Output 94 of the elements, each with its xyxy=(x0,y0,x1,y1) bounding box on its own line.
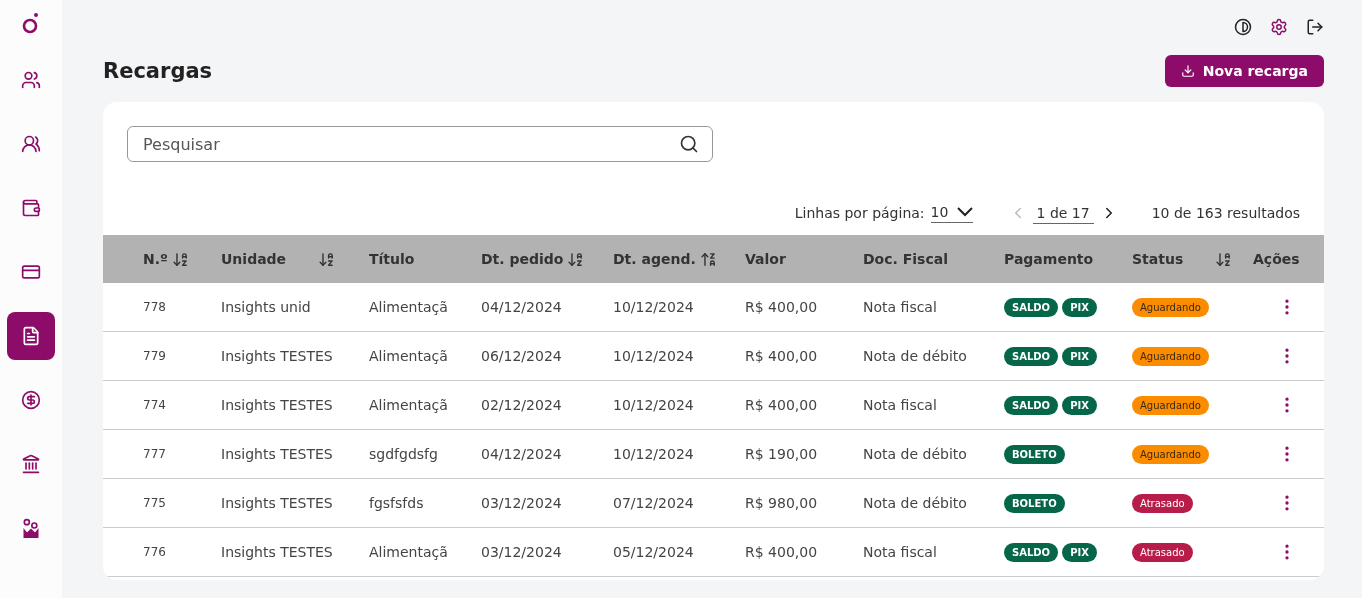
wallet-icon xyxy=(21,198,41,218)
table-cell-text: R$ 400,00 xyxy=(745,299,819,315)
table-cell-text: Nota fiscal xyxy=(863,299,938,315)
table-cell-text: Insights TESTES xyxy=(221,544,334,560)
table-cell-text: 04/12/2024 xyxy=(481,299,563,315)
page-indicator: 1 de 17 xyxy=(1032,202,1094,224)
column-header: Ações xyxy=(1253,251,1300,267)
table-cell-text: Insights TESTES xyxy=(221,495,334,511)
column-header: Título xyxy=(369,251,415,267)
table-cell-text: Alimentaçã xyxy=(369,348,449,364)
payment-tag: PIX xyxy=(1062,346,1097,366)
column-header: Dt. pedido xyxy=(481,251,564,267)
column-header: Pagamento xyxy=(1004,251,1094,267)
table-cell-text: fgsfsfds xyxy=(369,495,425,511)
status-badge: Atrasado xyxy=(1132,542,1193,562)
table-cell-text: Alimentaçã xyxy=(369,299,449,315)
coin-icon xyxy=(21,390,41,410)
table-cell-text: Nota fiscal xyxy=(863,397,938,413)
table-cell-text: 07/12/2024 xyxy=(613,495,695,511)
table-cell-text: 10/12/2024 xyxy=(613,299,695,315)
payment-tag: SALDO xyxy=(1004,395,1059,415)
logout-icon[interactable] xyxy=(1306,18,1324,36)
table-cell-text: 03/12/2024 xyxy=(481,544,563,560)
table-cell-text: Insights TESTES xyxy=(221,446,334,462)
status-badge: Aguardando xyxy=(1132,444,1209,464)
search-field[interactable]: Pesquisar xyxy=(127,126,713,162)
column-header: Valor xyxy=(745,251,786,267)
column-header: Status xyxy=(1132,251,1184,267)
table-cell-text: 10/12/2024 xyxy=(613,397,695,413)
sidebar-item[interactable] xyxy=(7,312,55,360)
invoice-icon xyxy=(21,326,41,346)
sort-icon[interactable] xyxy=(171,250,189,268)
settings-icon[interactable] xyxy=(1270,18,1288,36)
chevron-down-icon xyxy=(956,206,973,217)
table-cell-text: 778 xyxy=(143,300,167,314)
sort-icon[interactable] xyxy=(318,250,336,268)
table-cell-text: 05/12/2024 xyxy=(613,544,695,560)
payment-tag: PIX xyxy=(1062,297,1097,317)
table-cell-text: 779 xyxy=(143,349,167,363)
table-cell-text: 04/12/2024 xyxy=(481,446,563,462)
logo-icon xyxy=(22,12,40,34)
status-badge: Atrasado xyxy=(1132,493,1193,513)
table-cell-text: R$ 190,00 xyxy=(745,446,819,462)
table-cell-text: Insights TESTES xyxy=(221,397,334,413)
table-cell-text: R$ 400,00 xyxy=(745,544,819,560)
sort-icon[interactable] xyxy=(699,250,717,268)
page-title: Recargas xyxy=(103,59,213,83)
contrast-icon[interactable] xyxy=(1234,18,1252,36)
table-cell-text: 10/12/2024 xyxy=(613,348,695,364)
results-count: 10 de 163 resultados xyxy=(1151,205,1300,221)
table-cell-text: 03/12/2024 xyxy=(481,495,563,511)
column-header: Unidade xyxy=(221,251,287,267)
table-cell-text: R$ 400,00 xyxy=(745,348,819,364)
table-cell-text: Nota fiscal xyxy=(863,544,938,560)
table-cell-text: 777 xyxy=(143,447,167,461)
group-icon xyxy=(21,134,41,154)
payment-tag: SALDO xyxy=(1004,542,1059,562)
status-badge: Aguardando xyxy=(1132,395,1209,415)
payment-tag: SALDO xyxy=(1004,346,1059,366)
payment-tag: SALDO xyxy=(1004,297,1059,317)
table-cell-text: Alimentaçã xyxy=(369,544,449,560)
table-cell-text: R$ 400,00 xyxy=(745,397,819,413)
sort-icon[interactable] xyxy=(567,250,585,268)
table-cell-text: Nota de débito xyxy=(863,446,968,462)
table-cell-text: Nota de débito xyxy=(863,495,968,511)
download-icon xyxy=(1180,64,1195,78)
table-cell-text: Alimentaçã xyxy=(369,397,449,413)
table-cell-text: 06/12/2024 xyxy=(481,348,563,364)
table-cell-text: sgdfgdsfg xyxy=(369,446,439,462)
users-icon xyxy=(21,70,41,90)
rows-per-page-label: Linhas por página: xyxy=(794,205,925,221)
table-cell-text: 776 xyxy=(143,545,167,559)
table-cell-text: 775 xyxy=(143,496,167,510)
new-recharge-button[interactable]: Nova recarga xyxy=(1164,55,1324,87)
table-cell-text: Insights unid xyxy=(221,299,312,315)
sort-icon[interactable] xyxy=(1215,250,1233,268)
rows-per-page-select[interactable]: 10 xyxy=(930,203,973,223)
status-badge: Aguardando xyxy=(1132,346,1209,366)
table-cell-text: 02/12/2024 xyxy=(481,397,563,413)
search-icon[interactable] xyxy=(679,134,699,154)
column-header: N.º xyxy=(143,251,168,267)
column-header: Dt. agend. xyxy=(613,251,696,267)
payment-tag: PIX xyxy=(1062,395,1097,415)
table-cell-text: Nota de débito xyxy=(863,348,968,364)
payment-tag: BOLETO xyxy=(1004,493,1065,513)
status-badge: Aguardando xyxy=(1132,297,1209,317)
table-cell-text: Insights TESTES xyxy=(221,348,334,364)
table-cell-text: 10/12/2024 xyxy=(613,446,695,462)
payment-tag: PIX xyxy=(1062,542,1097,562)
table-cell-text: R$ 980,00 xyxy=(745,495,819,511)
column-header: Doc. Fiscal xyxy=(863,251,948,267)
table-cell-text: 774 xyxy=(143,398,167,412)
payment-tag: BOLETO xyxy=(1004,444,1065,464)
card-icon xyxy=(21,262,41,282)
